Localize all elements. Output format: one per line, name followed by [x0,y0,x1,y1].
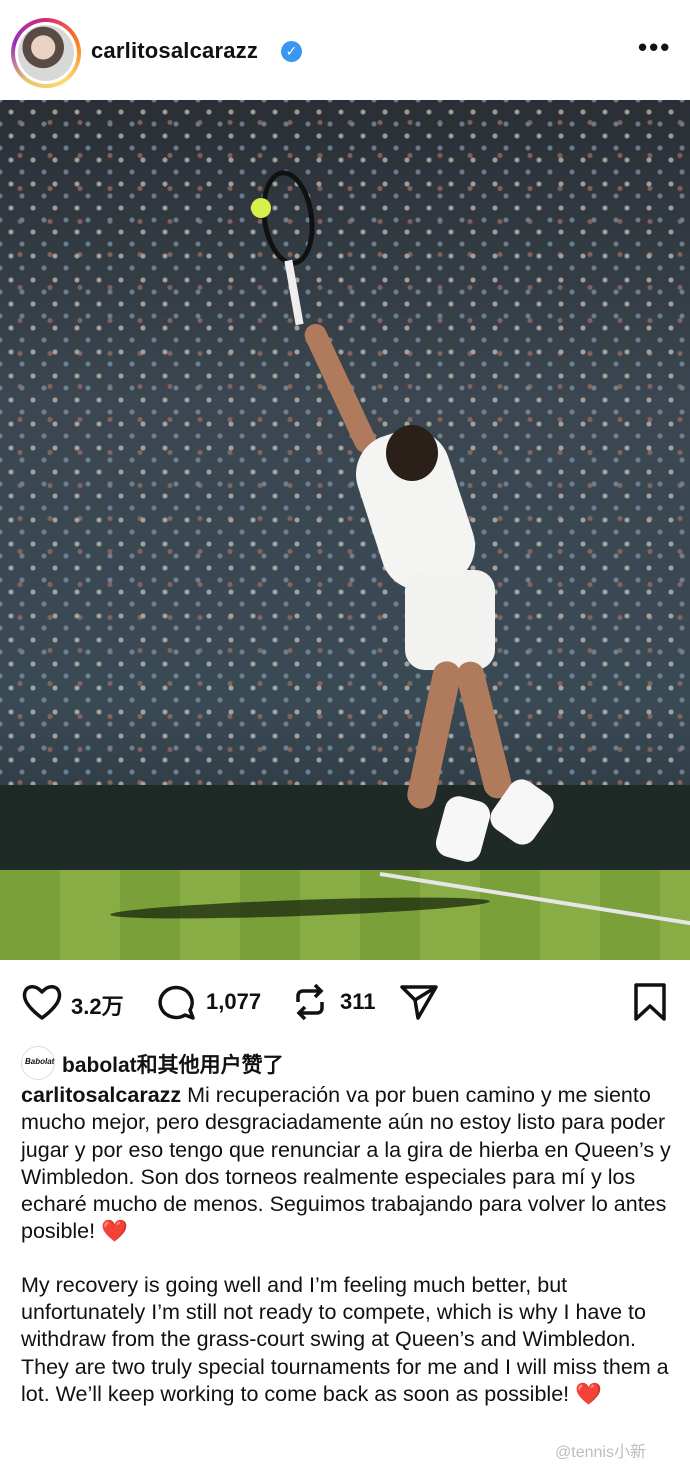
comment-bubble-icon[interactable] [157,982,197,1022]
red-heart-icon: ❤️ [575,1381,602,1406]
watermark: @tennis小新 [555,1444,646,1461]
comment-count: 1,077 [206,989,262,1014]
post-header: carlitosalcarazz ✓ ••• [0,0,690,100]
caption-spanish: carlitosalcarazz Mi recuperación va por … [21,1082,671,1246]
tennis-ball [251,198,271,218]
caption-english-text: My recovery is going well and I’m feelin… [21,1272,669,1406]
liker-avatar: Babolat [21,1046,55,1080]
profile-avatar[interactable] [11,18,81,88]
post-photo[interactable] [0,100,690,960]
share-send-icon[interactable] [399,982,439,1022]
repost-count: 311 [340,989,376,1014]
repost-icon[interactable] [290,982,330,1022]
more-options-icon[interactable]: ••• [638,32,671,63]
caption-english: My recovery is going well and I’m feelin… [21,1272,671,1408]
court-wall [0,785,690,870]
player-head [386,425,438,481]
bookmark-icon[interactable] [633,982,667,1022]
liked-by-text: babolat和其他用户赞了 [62,1054,284,1077]
red-heart-icon: ❤️ [101,1219,128,1244]
action-bar: 3.2万 1,077 311 [0,962,690,1046]
verified-check-icon: ✓ [281,41,302,62]
grass-court [0,870,690,960]
liked-by-row[interactable]: Babolat babolat和其他用户赞了 [0,1046,690,1080]
post-caption: carlitosalcarazz Mi recuperación va por … [21,1082,671,1434]
username[interactable]: carlitosalcarazz [91,38,258,64]
like-heart-icon[interactable] [21,982,63,1022]
player-shorts [405,570,495,670]
like-count: 3.2万 [71,994,124,1019]
avatar-photo [18,25,74,81]
crowd-background [0,100,690,790]
caption-username[interactable]: carlitosalcarazz [21,1083,181,1107]
